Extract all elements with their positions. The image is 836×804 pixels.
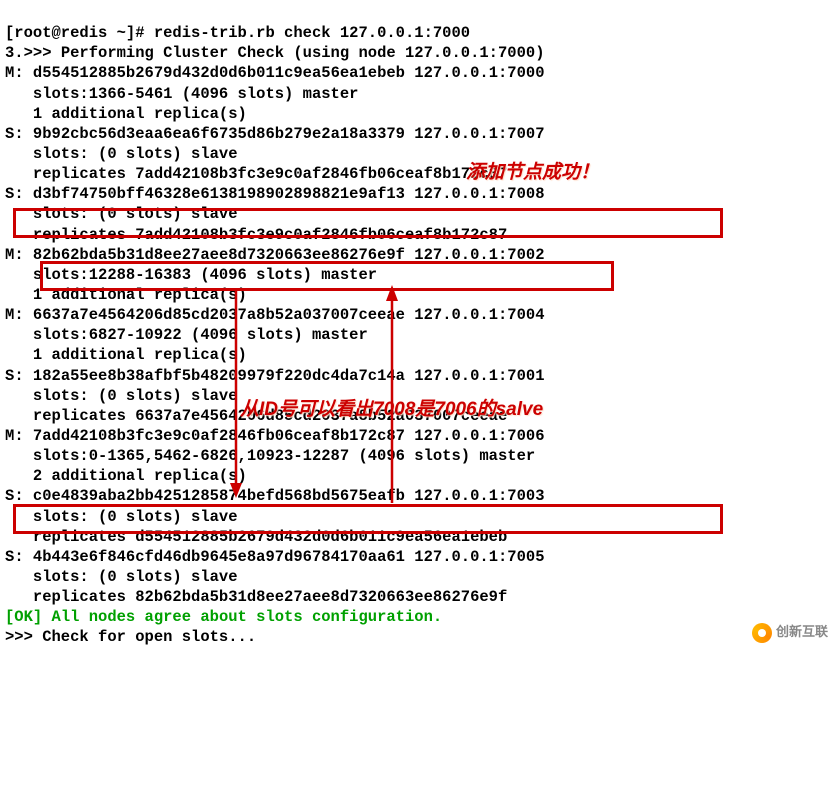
node-entry: M: 7add42108b3fc3e9c0af2846fb06ceaf8b172… [5,427,545,485]
node-entry: S: 4b443e6f846cfd46db9645e8a97d96784170a… [5,548,545,606]
node-entry: S: d3bf74750bff46328e6138198902898821e9a… [5,185,545,243]
node-entry: M: 6637a7e4564206d85cd2037a8b52a037007ce… [5,306,545,364]
watermark: 创新互联 [752,623,828,643]
line-prefix: 3. [5,44,24,62]
check-slots: >>> Check for open slots... [5,628,256,646]
node-entry: M: 82b62bda5b31d8ee27aee8d7320663ee86276… [5,246,545,304]
node-entry: S: c0e4839aba2bb4251285874befd568bd5675e… [5,487,545,545]
shell-prompt: [root@redis ~]# [5,24,154,42]
header-line: >>> Performing Cluster Check (using node… [24,44,545,62]
terminal-output: [root@redis ~]# redis-trib.rb check 127.… [5,3,831,648]
node-entry: M: d554512885b2679d432d0d6b011c9ea56ea1e… [5,64,545,122]
watermark-logo-icon [752,623,772,643]
node-entry: S: 182a55ee8b38afbf5b48209979f220dc4da7c… [5,367,545,425]
watermark-text: 创新互联 [776,624,828,641]
ok-line: [OK] All nodes agree about slots configu… [5,608,442,626]
command: redis-trib.rb check 127.0.0.1:7000 [154,24,470,42]
node-entry: S: 9b92cbc56d3eaa6ea6f6735d86b279e2a18a3… [5,125,545,183]
